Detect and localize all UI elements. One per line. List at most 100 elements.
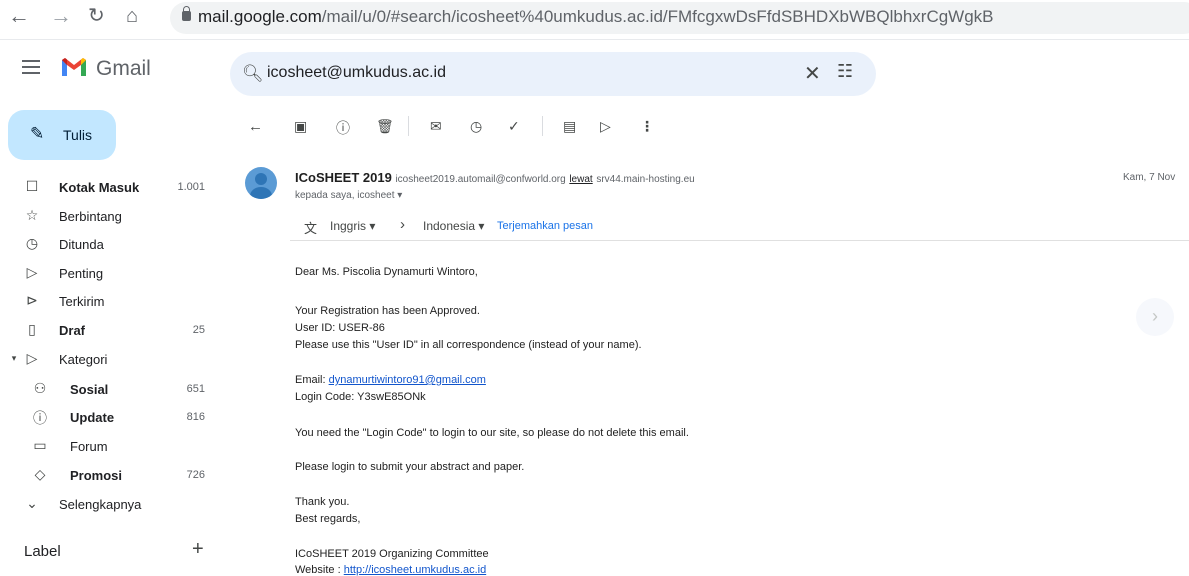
sidebar-item-promotions[interactable]: ◇ Promosi 726 — [0, 462, 215, 490]
target-language-select[interactable]: Indonesia ▾ — [423, 219, 484, 233]
search-options-icon[interactable]: ☷ — [837, 61, 853, 82]
sidebar-item-count: 25 — [192, 324, 205, 336]
via-link[interactable]: lewat — [569, 174, 592, 185]
body-please-login: Please login to submit your abstract and… — [295, 461, 525, 473]
translate-icon: 文 — [304, 221, 318, 236]
lock-icon — [182, 6, 191, 21]
mark-unread-icon[interactable]: ✉ — [430, 118, 442, 135]
move-to-icon[interactable]: ▤ — [563, 118, 576, 135]
snooze-icon[interactable]: ◷ — [470, 118, 482, 135]
sidebar-item-label: Penting — [59, 266, 104, 281]
sidebar-item-inbox[interactable]: ☐ Kotak Masuk 1.001 — [0, 174, 215, 202]
delete-icon[interactable]: 🗑︎ — [376, 118, 394, 135]
sidebar-item-sent[interactable]: ⊳ Terkirim — [0, 288, 215, 316]
sender-email: icosheet2019.automail@confworld.org — [395, 174, 566, 185]
sidebar-item-label: Promosi — [70, 468, 123, 483]
search-icon[interactable]: 🔍︎ — [242, 64, 264, 84]
address-bar[interactable]: mail.google.com/mail/u/0/#search/icoshee… — [170, 2, 1189, 34]
body-user-id: User ID: USER-86 — [295, 322, 385, 334]
message-date: Kam, 7 Nov — [1123, 172, 1176, 183]
sidebar-item-drafts[interactable]: ▯ Draf 25 — [0, 317, 215, 345]
sender-line: ICoSHEET 2019 icosheet2019.automail@conf… — [295, 170, 695, 185]
body-login-code: Login Code: Y3swE85ONk — [295, 391, 426, 403]
sidebar-item-count: 651 — [186, 383, 205, 395]
body-use-id: Please use this "User ID" in all corresp… — [295, 339, 642, 351]
sender-name[interactable]: ICoSHEET 2019 — [295, 170, 392, 185]
menu-icon[interactable] — [22, 60, 40, 74]
toolbar-divider — [408, 116, 409, 136]
sidebar-item-label: Draf — [59, 323, 86, 338]
compose-button[interactable]: ✎ Tulis — [8, 110, 116, 160]
caret-down-icon[interactable]: ▾ — [6, 353, 22, 364]
chevron-down-icon: ⌄ — [26, 495, 38, 511]
website-link[interactable]: http://icosheet.umkudus.ac.id — [344, 564, 486, 576]
label-as-icon[interactable]: ▷ — [600, 118, 611, 135]
sidebar-item-snoozed[interactable]: ◷ Ditunda — [0, 231, 215, 259]
url-text: mail.google.com/mail/u/0/#search/icoshee… — [198, 7, 994, 26]
email-link[interactable]: dynamurtiwintoro91@gmail.com — [329, 374, 486, 386]
body-regards: Best regards, — [295, 513, 361, 525]
sidebar-item-updates[interactable]: ⓘ Update 816 — [0, 404, 215, 432]
clear-search-icon[interactable]: ✕ — [804, 61, 821, 86]
chevron-right-icon: › — [1152, 306, 1158, 326]
search-input[interactable]: icosheet@umkudus.ac.id — [267, 64, 446, 82]
archive-icon[interactable]: ▣ — [294, 118, 307, 135]
sidebar-item-label: Selengkapnya — [59, 497, 142, 512]
reload-icon[interactable]: ↻ — [88, 4, 105, 28]
sidebar-item-label: Berbintang — [59, 209, 122, 224]
body-website-line: Website : http://icosheet.umkudus.ac.id — [295, 564, 487, 576]
clock-icon: ◷ — [25, 235, 39, 251]
sender-avatar[interactable] — [245, 167, 277, 199]
back-icon[interactable]: ← — [8, 4, 30, 28]
important-icon: ▷ — [26, 264, 38, 280]
via-host: srv44.main-hosting.eu — [596, 174, 695, 185]
sidebar-item-label: Terkirim — [59, 294, 105, 309]
forum-icon: ▭ — [33, 437, 47, 453]
sidebar-item-label: Forum — [70, 439, 108, 454]
translate-message-button[interactable]: Terjemahkan pesan — [497, 220, 593, 232]
pencil-icon: ✎ — [30, 124, 45, 143]
recipient-line[interactable]: kepada saya, icosheet ▾ — [295, 190, 402, 201]
app-name: Gmail — [96, 57, 151, 80]
back-to-list-icon[interactable]: ← — [248, 118, 263, 135]
add-task-icon[interactable]: ✓ — [508, 118, 520, 135]
body-email-line: Email: dynamurtiwintoro91@gmail.com — [295, 374, 486, 386]
source-language-select[interactable]: Inggris ▾ — [330, 219, 375, 233]
sidebar-item-count: 816 — [186, 411, 205, 423]
browser-toolbar: ← → ↻ ⌂ mail.google.com/mail/u/0/#search… — [0, 0, 1189, 40]
next-message-button[interactable]: › — [1136, 298, 1174, 336]
tag-icon: ◇ — [34, 466, 46, 482]
translate-bar: 文 Inggris ▾ › Indonesia ▾ Terjemahkan pe… — [290, 210, 1189, 241]
body-greeting: Dear Ms. Piscolia Dynamurti Wintoro, — [295, 266, 478, 278]
label-icon: ▷ — [26, 350, 38, 366]
sidebar-item-important[interactable]: ▷ Penting — [0, 260, 215, 288]
sidebar-item-categories[interactable]: ▾ ▷ Kategori — [0, 346, 215, 374]
body-need-code: You need the "Login Code" to login to ou… — [295, 427, 689, 439]
home-icon[interactable]: ⌂ — [126, 4, 138, 28]
gmail-logo-icon — [62, 58, 86, 76]
body-approved: Your Registration has been Approved. — [295, 305, 480, 317]
sidebar-item-social[interactable]: ⚇ Sosial 651 — [0, 376, 215, 404]
body-thanks: Thank you. — [295, 496, 350, 508]
sidebar-item-label: Kotak Masuk — [59, 180, 140, 195]
sidebar-item-forums[interactable]: ▭ Forum — [0, 433, 215, 461]
star-icon: ☆ — [25, 207, 39, 223]
sidebar-item-label: Update — [70, 410, 115, 425]
report-spam-icon[interactable]: ⓘ — [336, 118, 350, 138]
body-committee: ICoSHEET 2019 Organizing Committee — [295, 548, 489, 560]
sidebar-item-starred[interactable]: ☆ Berbintang — [0, 203, 215, 231]
forward-icon[interactable]: → — [50, 4, 72, 28]
people-icon: ⚇ — [33, 380, 47, 396]
more-options-icon[interactable]: ⋮ — [640, 118, 654, 135]
sidebar-item-label: Kategori — [59, 352, 108, 367]
sidebar-item-label: Ditunda — [59, 237, 104, 252]
sidebar-item-count: 726 — [186, 469, 205, 481]
sidebar-item-more[interactable]: ⌄ Selengkapnya — [0, 491, 215, 519]
inbox-icon: ☐ — [25, 178, 39, 194]
info-icon: ⓘ — [33, 410, 47, 426]
sidebar-item-count: 1.001 — [177, 181, 205, 193]
labels-heading: Label — [24, 543, 61, 560]
search-bar[interactable]: 🔍︎ icosheet@umkudus.ac.id ✕ ☷ — [230, 52, 876, 96]
add-label-icon[interactable]: + — [192, 538, 204, 561]
draft-icon: ▯ — [28, 321, 36, 337]
